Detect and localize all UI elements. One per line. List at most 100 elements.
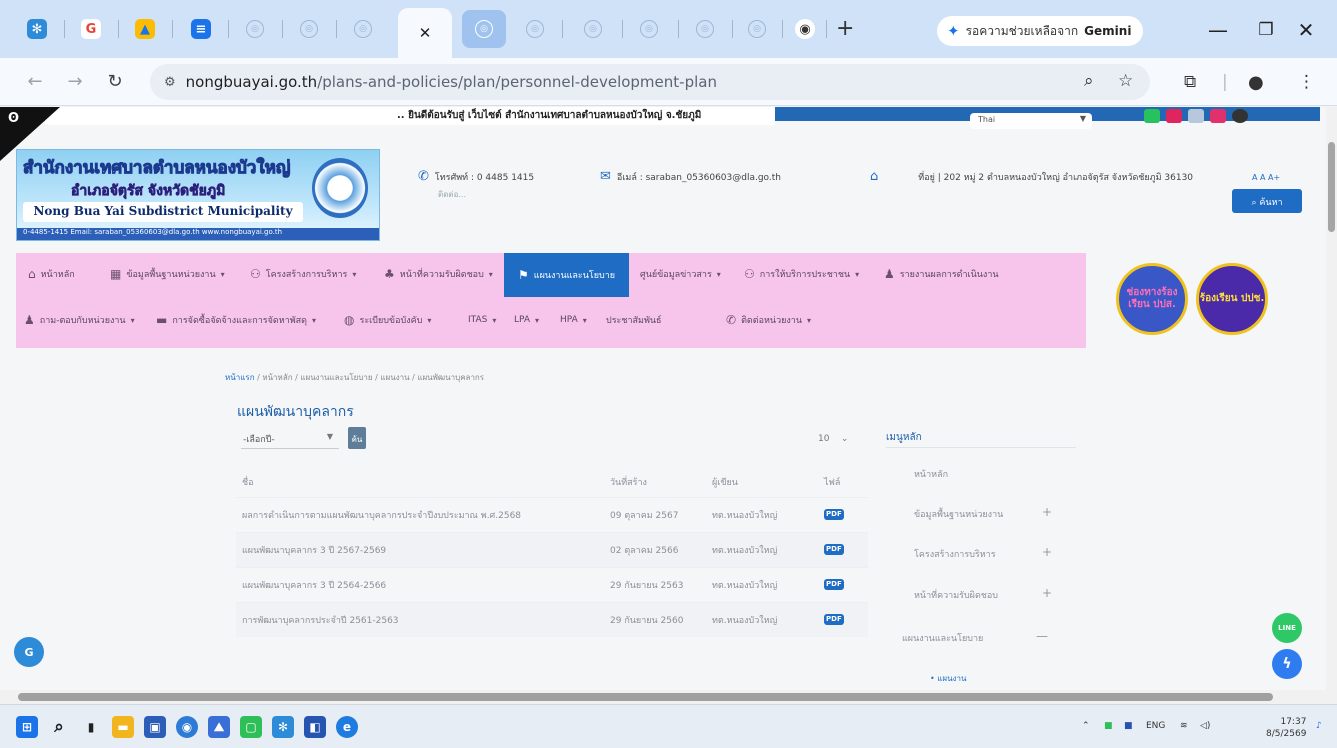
tab-3[interactable]: ▲	[130, 10, 160, 48]
address-bar[interactable]: ⚙ nongbuayai.go.th/plans-and-policies/pl…	[150, 64, 1150, 100]
filter-go-button[interactable]: ค้น	[348, 427, 366, 449]
menu-item-itas[interactable]: ITAS ▾	[468, 309, 496, 331]
menu-item-contact[interactable]: ✆ ติดต่อหน่วยงาน ▾	[726, 309, 811, 331]
tab-9[interactable]: ◎	[462, 10, 506, 48]
tab-13[interactable]: ◎	[690, 10, 720, 48]
font-size-controls[interactable]: A A A+	[1252, 173, 1280, 182]
site-search-button[interactable]: ⌕ ค้นหา	[1232, 189, 1302, 213]
pdf-file-icon[interactable]: PDF	[824, 579, 844, 590]
gemini-chip[interactable]: ✦ รอความช่วยเหลือจาก Gemini	[937, 16, 1143, 46]
tray-line-icon[interactable]: ■	[1104, 721, 1113, 731]
tab-2[interactable]: G	[76, 10, 106, 48]
menu-item-regulations[interactable]: ◍ ระเบียบข้อบังคับ ▾	[344, 309, 431, 331]
photos-icon[interactable]: ⛰	[208, 716, 230, 738]
breadcrumb-home[interactable]: หน้าแรก	[225, 373, 255, 382]
gear-app-icon[interactable]: ✻	[272, 716, 294, 738]
mail-social-icon[interactable]	[1188, 109, 1204, 123]
tab-14[interactable]: ◎	[742, 10, 772, 48]
bookmark-star-icon[interactable]: ☆	[1118, 71, 1133, 91]
wifi-icon[interactable]: ≋	[1180, 721, 1188, 731]
menu-item-reports[interactable]: ♟ รายงานผลการดำเนินงาน	[884, 263, 999, 285]
menu-item-procurement[interactable]: ▬ การจัดซื้อจัดจ้างและการจัดหาพัสดุ ▾	[156, 309, 316, 331]
doc-name[interactable]: แผนพัฒนาบุคลากร 3 ปี 2564-2566	[236, 566, 604, 602]
line-social-icon[interactable]	[1144, 109, 1160, 123]
menu-item-duties[interactable]: ♣ หน้าที่ความรับผิดชอบ ▾	[384, 263, 493, 285]
tab-11[interactable]: ◎	[578, 10, 608, 48]
col-name[interactable]: ชื่อ	[236, 467, 604, 497]
doc-name[interactable]: ผลการดำเนินการตามแผนพัฒนาบุคลากรประจำปีง…	[236, 496, 604, 532]
tray-app-icon[interactable]: ■	[1124, 721, 1133, 731]
per-page-select[interactable]: 10 ⌄	[818, 434, 848, 444]
start-icon[interactable]: ⊞	[16, 716, 38, 738]
browser-menu-icon[interactable]: ⋮	[1298, 72, 1315, 92]
task-view-icon[interactable]: ▮	[80, 716, 102, 738]
translate-widget-icon[interactable]: G	[14, 637, 44, 667]
lens-search-icon[interactable]: ⧉	[1184, 72, 1196, 92]
close-icon[interactable]: ✕	[419, 24, 432, 42]
vertical-scroll-thumb[interactable]	[1328, 142, 1335, 232]
tab-active[interactable]: ✕	[398, 8, 452, 58]
menu-item-hpa[interactable]: HPA ▾	[560, 309, 587, 331]
side-item-home[interactable]: หน้าหลัก	[914, 467, 1074, 481]
pdf-file-icon[interactable]: PDF	[824, 544, 844, 555]
tab-7[interactable]: ◎	[348, 10, 378, 48]
site-logo-banner[interactable]: สำนักงานเทศบาลตำบลหนองบัวใหญ่ อำเภอจัตุร…	[16, 149, 380, 241]
year-filter-select[interactable]: -เลือกปี- ▼	[241, 427, 339, 449]
volume-icon[interactable]: ◁)	[1200, 721, 1210, 731]
menu-item-qa[interactable]: ♟ ถาม-ตอบกับหน่วยงาน ▾	[24, 309, 135, 331]
horizontal-scrollbar[interactable]	[0, 690, 1337, 704]
pdf-file-icon[interactable]: PDF	[824, 614, 844, 626]
menu-item-lpa[interactable]: LPA ▾	[514, 309, 539, 331]
col-date[interactable]: วันที่สร้าง	[604, 467, 706, 497]
plus-icon[interactable]: +	[1042, 586, 1052, 600]
zoom-icon[interactable]: ⌕	[1084, 71, 1094, 91]
back-button[interactable]: ←	[22, 68, 48, 94]
menu-item-plans-active[interactable]: ⚑ แผนงานและนโยบาย	[504, 253, 630, 297]
chrome-icon[interactable]: ◉	[176, 716, 198, 738]
complaint-badge[interactable]: ช่องทางร้องเรียน ปปส.	[1116, 263, 1188, 335]
forward-button[interactable]: →	[62, 68, 88, 94]
col-author[interactable]: ผู้เขียน	[706, 467, 818, 497]
side-item-duties[interactable]: หน้าที่ความรับผิดชอบ +	[914, 586, 1074, 602]
input-language[interactable]: ENG	[1146, 721, 1165, 731]
line-chat-button[interactable]: LINE	[1272, 613, 1302, 643]
system-clock[interactable]: 17:37 8/5/2569	[1266, 717, 1306, 740]
line-app-icon[interactable]: ▢	[240, 716, 262, 738]
horizontal-scroll-thumb[interactable]	[18, 693, 1273, 701]
side-sub-item-plans[interactable]: • แผนงาน	[930, 672, 966, 685]
menu-item-structure[interactable]: ⚇ โครงสร้างการบริหาร ▾	[250, 263, 356, 285]
plus-icon[interactable]: +	[1042, 545, 1052, 559]
instagram-social-icon[interactable]	[1210, 109, 1226, 123]
minimize-button[interactable]: —	[1198, 14, 1238, 46]
menu-item-home[interactable]: ⌂ หน้าหลัก	[28, 263, 75, 285]
tab-4[interactable]: ≡	[186, 10, 216, 48]
new-tab-button[interactable]: +	[836, 16, 854, 41]
store-icon[interactable]: ▣	[144, 716, 166, 738]
plus-icon[interactable]: +	[1042, 505, 1052, 519]
menu-item-pr[interactable]: ประชาสัมพันธ์	[606, 309, 662, 331]
side-item-structure[interactable]: โครงสร้างการบริหาร +	[914, 545, 1074, 561]
tab-1[interactable]: ✻	[22, 10, 52, 48]
messenger-chat-button[interactable]: ϟ	[1272, 649, 1302, 679]
tab-6[interactable]: ◎	[294, 10, 324, 48]
outlook-icon[interactable]: ◧	[304, 716, 326, 738]
reload-button[interactable]: ↻	[102, 68, 128, 94]
menu-item-info-center[interactable]: ศูนย์ข้อมูลข่าวสาร ▾	[640, 263, 721, 285]
anticorruption-badge[interactable]: ร้องเรียน ปปช.	[1196, 263, 1268, 335]
doc-name[interactable]: แผนพัฒนาบุคลากร 3 ปี 2567-2569	[236, 531, 604, 567]
side-item-plans[interactable]: แผนงานและนโยบาย —	[902, 629, 1062, 645]
edge-icon[interactable]: e	[336, 716, 358, 738]
menu-item-services[interactable]: ⚇ การให้บริการประชาชน ▾	[744, 263, 859, 285]
restore-button[interactable]: ❐	[1246, 14, 1286, 46]
language-select[interactable]: Thai ▼	[970, 113, 1092, 129]
tab-5[interactable]: ◎	[240, 10, 270, 48]
pdf-file-icon[interactable]: PDF	[824, 509, 844, 520]
tab-15[interactable]: ◉	[790, 10, 820, 48]
tab-10[interactable]: ◎	[520, 10, 550, 48]
tray-chevron-icon[interactable]: ⌃	[1082, 721, 1090, 731]
minus-icon[interactable]: —	[1036, 629, 1048, 643]
accessibility-icon[interactable]	[1232, 109, 1248, 123]
notification-bell-icon[interactable]: ♪	[1316, 721, 1322, 731]
doc-name[interactable]: การพัฒนาบุคลากรประจำปี 2561-2563	[236, 601, 604, 637]
side-item-basic-info[interactable]: ข้อมูลพื้นฐานหน่วยงาน +	[914, 505, 1074, 521]
